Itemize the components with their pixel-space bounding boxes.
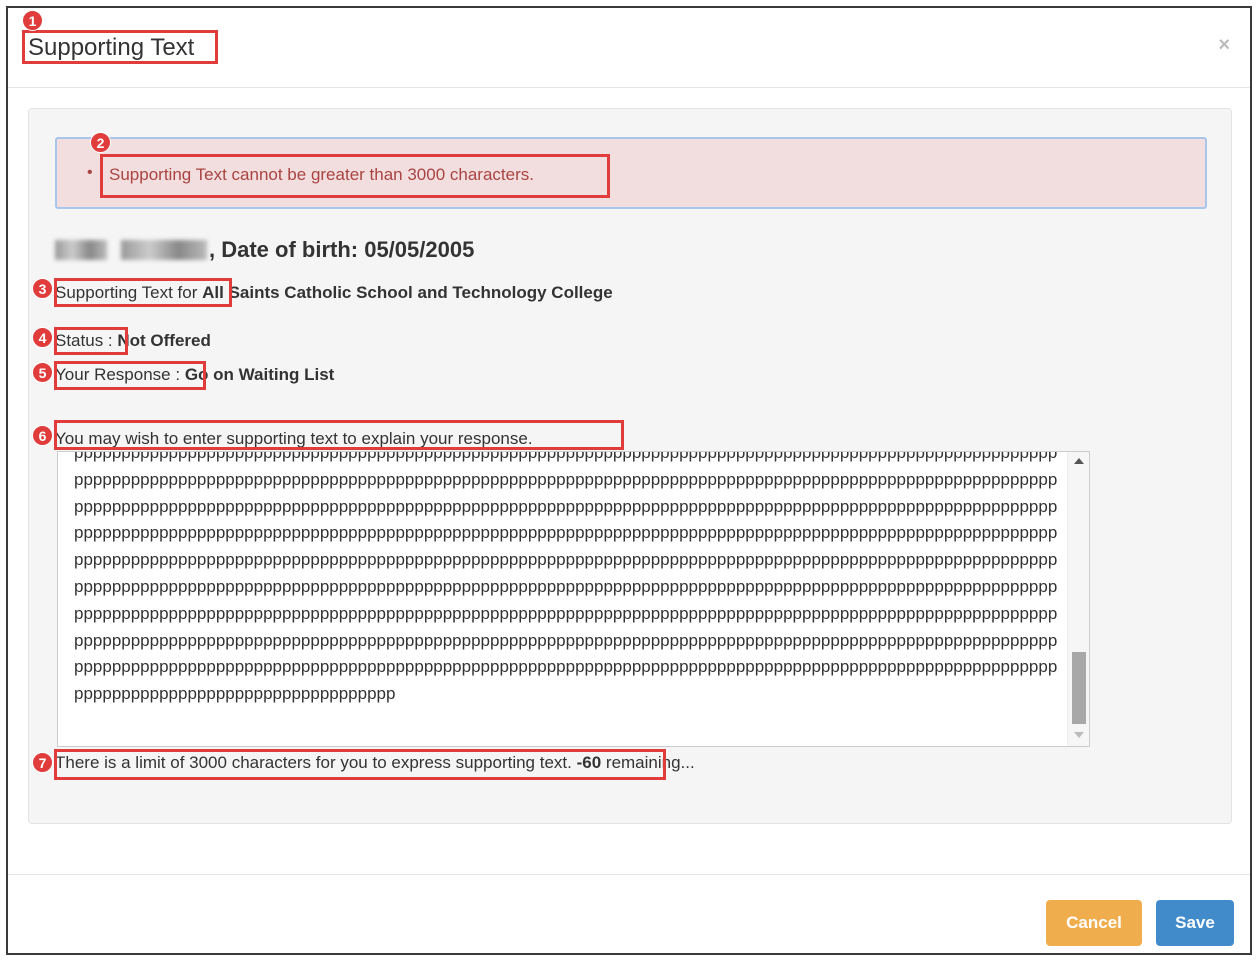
response-value: Go on Waiting List [184,365,335,384]
form-panel: • Supporting Text cannot be greater than… [28,108,1232,824]
scroll-up-arrow-icon[interactable] [1074,458,1084,464]
annotation-badge-4: 4 [32,327,53,348]
redacted-first-name [55,240,107,260]
school-label: Supporting Text for [55,283,198,302]
bullet-icon: • [87,164,93,181]
date-of-birth: , Date of birth: 05/05/2005 [209,237,475,262]
limit-text: There is a limit of 3000 characters for … [55,753,572,772]
response-label: Your Response : [55,365,181,384]
student-heading: , Date of birth: 05/05/2005 [55,237,474,263]
remaining-count: -60 [576,753,602,772]
error-alert: • Supporting Text cannot be greater than… [55,137,1207,209]
error-message: Supporting Text cannot be greater than 3… [109,165,534,184]
save-button[interactable]: Save [1156,900,1234,946]
supporting-text-modal: Supporting Text × • Supporting Text cann… [6,6,1252,955]
instructions-text: You may wish to enter supporting text to… [55,429,533,448]
status-value: Not Offered [117,331,211,350]
cancel-button[interactable]: Cancel [1046,900,1142,946]
supporting-text-textarea[interactable]: pppppppppppppppppppppppppppppppppppppppp… [57,451,1090,747]
close-icon[interactable]: × [1218,34,1230,57]
scroll-thumb[interactable] [1072,652,1086,724]
annotation-badge-6: 6 [32,425,53,446]
annotation-badge-1: 1 [22,10,43,31]
modal-footer-divider [8,874,1250,875]
status-row: Status : Not Offered [55,331,211,351]
school-row: Supporting Text for All Saints Catholic … [55,283,613,303]
modal-header: Supporting Text × [8,8,1250,88]
modal-title: Supporting Text [28,34,195,61]
textarea-scrollbar[interactable] [1067,452,1089,746]
annotation-badge-7: 7 [32,752,53,773]
character-limit-line: There is a limit of 3000 characters for … [55,753,695,773]
redacted-last-name [121,240,207,260]
textarea-content: pppppppppppppppppppppppppppppppppppppppp… [74,451,1058,704]
annotation-badge-5: 5 [32,362,53,383]
response-row: Your Response : Go on Waiting List [55,365,334,385]
school-name: All Saints Catholic School and Technolog… [202,283,613,302]
scroll-down-arrow-icon[interactable] [1074,732,1084,738]
annotation-badge-3: 3 [32,278,53,299]
status-label: Status : [55,331,113,350]
remaining-suffix: remaining... [605,753,695,772]
annotation-badge-2: 2 [90,132,111,153]
